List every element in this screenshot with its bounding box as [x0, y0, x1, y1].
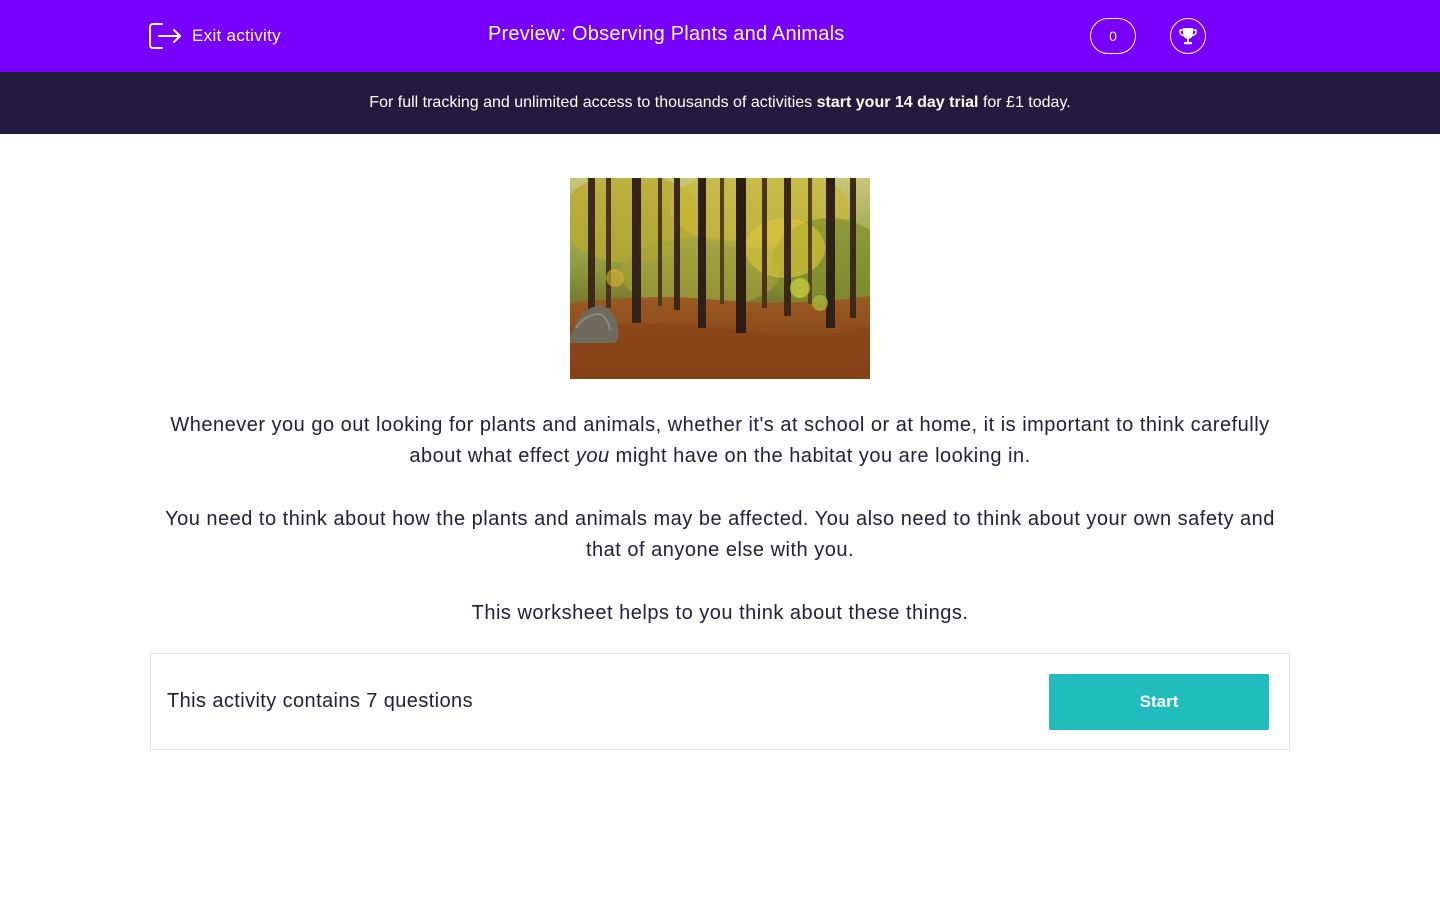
intro-paragraph-3: This worksheet helps to you think about … [471, 602, 969, 624]
question-count-text: This activity contains 7 questions [167, 690, 473, 712]
exit-icon [149, 22, 183, 50]
trophy-icon [1177, 25, 1199, 47]
top-bar: Exit activity Preview: Observing Plants … [0, 0, 1440, 72]
forest-image-drawing [570, 178, 870, 379]
intro-paragraph-2: You need to think about how the plants a… [165, 508, 1275, 561]
trophy-button[interactable] [1170, 18, 1206, 54]
page-title: Preview: Observing Plants and Animals [488, 23, 845, 45]
intro-p1-emphasis: you [575, 445, 610, 467]
banner-text-after: for £1 today. [982, 94, 1071, 111]
banner-text-before: For full tracking and unlimited access t… [369, 94, 813, 111]
score-badge: 0 [1090, 18, 1136, 54]
intro-paragraph-1: Whenever you go out looking for plants a… [150, 410, 1290, 472]
trial-link[interactable]: start your 14 day trial [817, 94, 979, 112]
intro-p1-end: might have on the habitat you are lookin… [609, 445, 1031, 467]
exit-activity-label: Exit activity [192, 26, 281, 45]
activity-start-panel: This activity contains 7 questions Start [150, 653, 1290, 750]
forest-image [570, 178, 870, 379]
trial-banner: For full tracking and unlimited access t… [0, 72, 1440, 134]
start-button[interactable]: Start [1049, 674, 1269, 730]
intro-text: Whenever you go out looking for plants a… [150, 410, 1290, 661]
exit-activity-button[interactable]: Exit activity [149, 22, 281, 50]
